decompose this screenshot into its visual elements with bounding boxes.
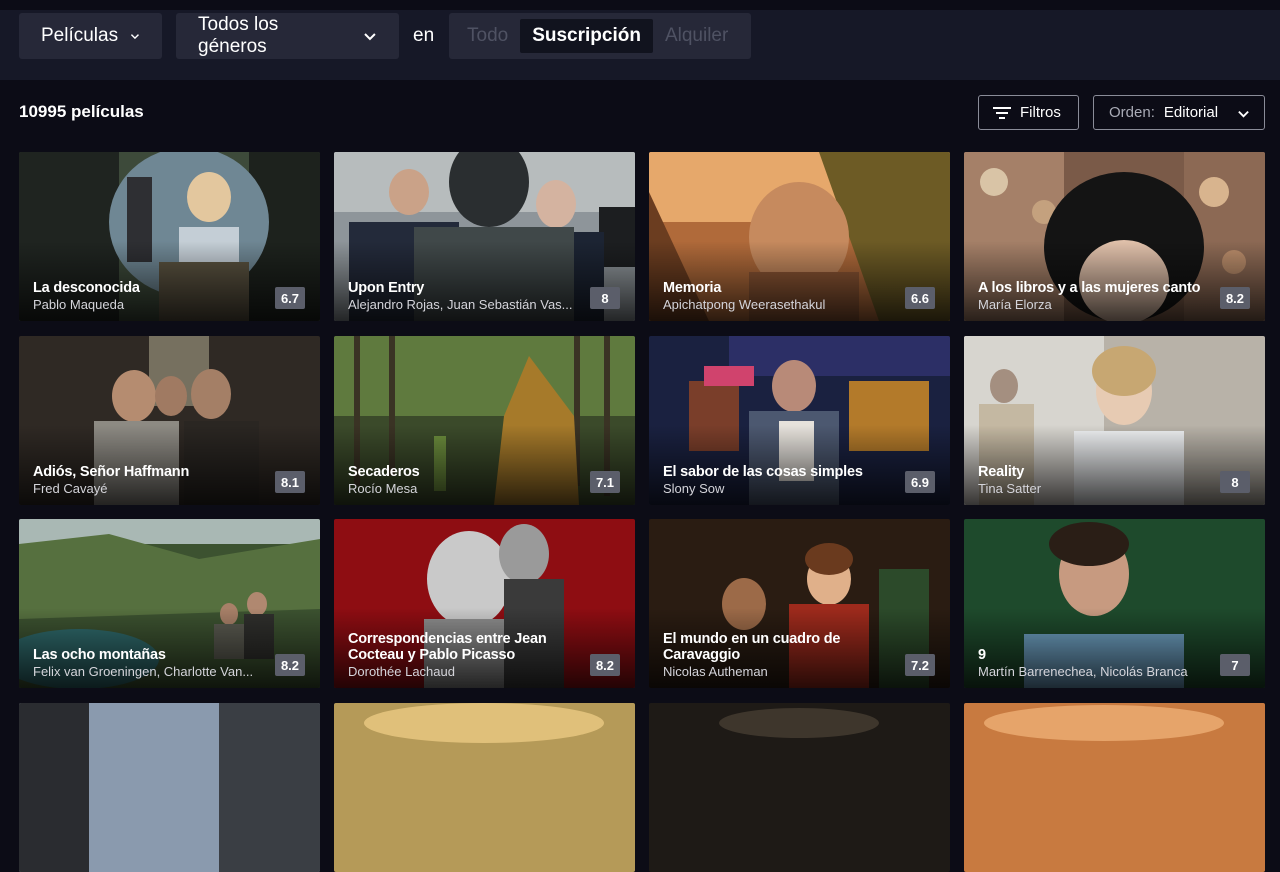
rating-badge: 8 [590, 287, 620, 309]
results-count: 10995 películas [19, 102, 144, 121]
movie-card[interactable]: Correspondencias entre Jean Cocteau y Pa… [334, 519, 635, 688]
movie-title: Reality [978, 464, 1025, 480]
rating-badge: 8.2 [1220, 287, 1250, 309]
content-type-label: Películas [41, 25, 119, 46]
movie-card-partial[interactable] [649, 703, 950, 872]
movie-title: 9 [978, 647, 986, 663]
top-strip [0, 0, 1280, 10]
genre-label: Todos los géneros [198, 14, 279, 57]
poster-image [334, 703, 635, 872]
poster-image [964, 703, 1265, 872]
movie-director: Tina Satter [978, 481, 1042, 496]
movie-card[interactable]: El sabor de las cosas simples Slony Sow … [649, 336, 950, 505]
movie-director: Apichatpong Weerasethakul [663, 297, 826, 312]
rating-badge: 7.1 [590, 471, 620, 493]
chevron-down-icon [1238, 110, 1249, 118]
movie-title: El mundo en un cuadro de Caravaggio [663, 631, 841, 663]
movie-title: La desconocida [33, 280, 140, 296]
movie-director: Fred Cavayé [33, 481, 108, 496]
segment-alquiler[interactable]: Alquiler [653, 19, 740, 53]
rating-badge: 6.7 [275, 287, 305, 309]
chevron-down-icon [364, 33, 376, 41]
movie-director: Pablo Maqueda [33, 297, 125, 312]
movie-director: Dorothée Lachaud [348, 664, 455, 679]
movie-card[interactable]: Las ocho montañas Felix van Groeningen, … [19, 519, 320, 688]
sort-label: Orden: [1109, 104, 1155, 121]
segment-suscripcion[interactable]: Suscripción [520, 19, 653, 53]
poster-image [19, 703, 320, 872]
en-label: en [413, 25, 435, 46]
movie-card-partial[interactable] [19, 703, 320, 872]
movie-title: Correspondencias entre Jean Cocteau y Pa… [348, 631, 547, 663]
movie-director: Rocío Mesa [348, 481, 418, 496]
rating-badge: 8.2 [275, 654, 305, 676]
movie-card[interactable]: El mundo en un cuadro de Caravaggio Nico… [649, 519, 950, 688]
movie-card[interactable]: Secaderos Rocío Mesa 7.1 [334, 336, 635, 505]
rating-badge: 6.6 [905, 287, 935, 309]
poster-image [649, 703, 950, 872]
movie-card[interactable]: La desconocida Pablo Maqueda 6.7 [19, 152, 320, 321]
filter-bar: Películas Todos los géneros en Todo Susc… [0, 0, 1280, 80]
movie-title: A los libros y a las mujeres canto [978, 280, 1201, 296]
rating-badge: 8.2 [590, 654, 620, 676]
movie-director: Nicolas Autheman [663, 664, 768, 679]
movie-card-partial[interactable] [964, 703, 1265, 872]
genre-dropdown[interactable]: Todos los géneros [176, 13, 399, 59]
movie-title: Adiós, Señor Haffmann [33, 464, 190, 480]
rating-badge: 7.2 [905, 654, 935, 676]
movie-director: Slony Sow [663, 481, 725, 496]
content-type-dropdown[interactable]: Películas [19, 13, 162, 59]
movie-title: Memoria [663, 280, 722, 296]
rating-badge: 8 [1220, 471, 1250, 493]
movie-title: El sabor de las cosas simples [663, 464, 863, 480]
filters-button[interactable]: Filtros [978, 95, 1079, 130]
filter-lines-icon [993, 106, 1011, 119]
movie-card[interactable]: Reality Tina Satter 8 [964, 336, 1265, 505]
sort-dropdown[interactable]: Orden: Editorial [1093, 95, 1265, 130]
movie-director: Alejandro Rojas, Juan Sebastián Vas... [348, 297, 573, 312]
rating-badge: 7 [1220, 654, 1250, 676]
movie-director: Martín Barrenechea, Nicolás Branca [978, 664, 1188, 679]
movie-title: Upon Entry [348, 280, 425, 296]
rating-badge: 6.9 [905, 471, 935, 493]
filters-button-label: Filtros [1020, 104, 1061, 121]
movie-card[interactable]: Upon Entry Alejandro Rojas, Juan Sebasti… [334, 152, 635, 321]
movie-director: María Elorza [978, 297, 1052, 312]
movie-title: Las ocho montañas [33, 647, 166, 663]
movie-title: Secaderos [348, 464, 420, 480]
movie-card[interactable]: A los libros y a las mujeres canto María… [964, 152, 1265, 321]
movie-card[interactable]: Memoria Apichatpong Weerasethakul 6.6 [649, 152, 950, 321]
sort-value: Editorial [1163, 104, 1219, 121]
movie-card-partial[interactable] [334, 703, 635, 872]
movie-director: Felix van Groeningen, Charlotte Van... [33, 664, 254, 679]
rating-badge: 8.1 [275, 471, 305, 493]
availability-segmented-control: Todo Suscripción Alquiler [449, 13, 751, 59]
segment-todo[interactable]: Todo [455, 19, 520, 53]
chevron-down-icon [131, 34, 140, 40]
movie-card[interactable]: Adiós, Señor Haffmann Fred Cavayé 8.1 [19, 336, 320, 505]
movie-card[interactable]: 9 Martín Barrenechea, Nicolás Branca 7 [964, 519, 1265, 688]
